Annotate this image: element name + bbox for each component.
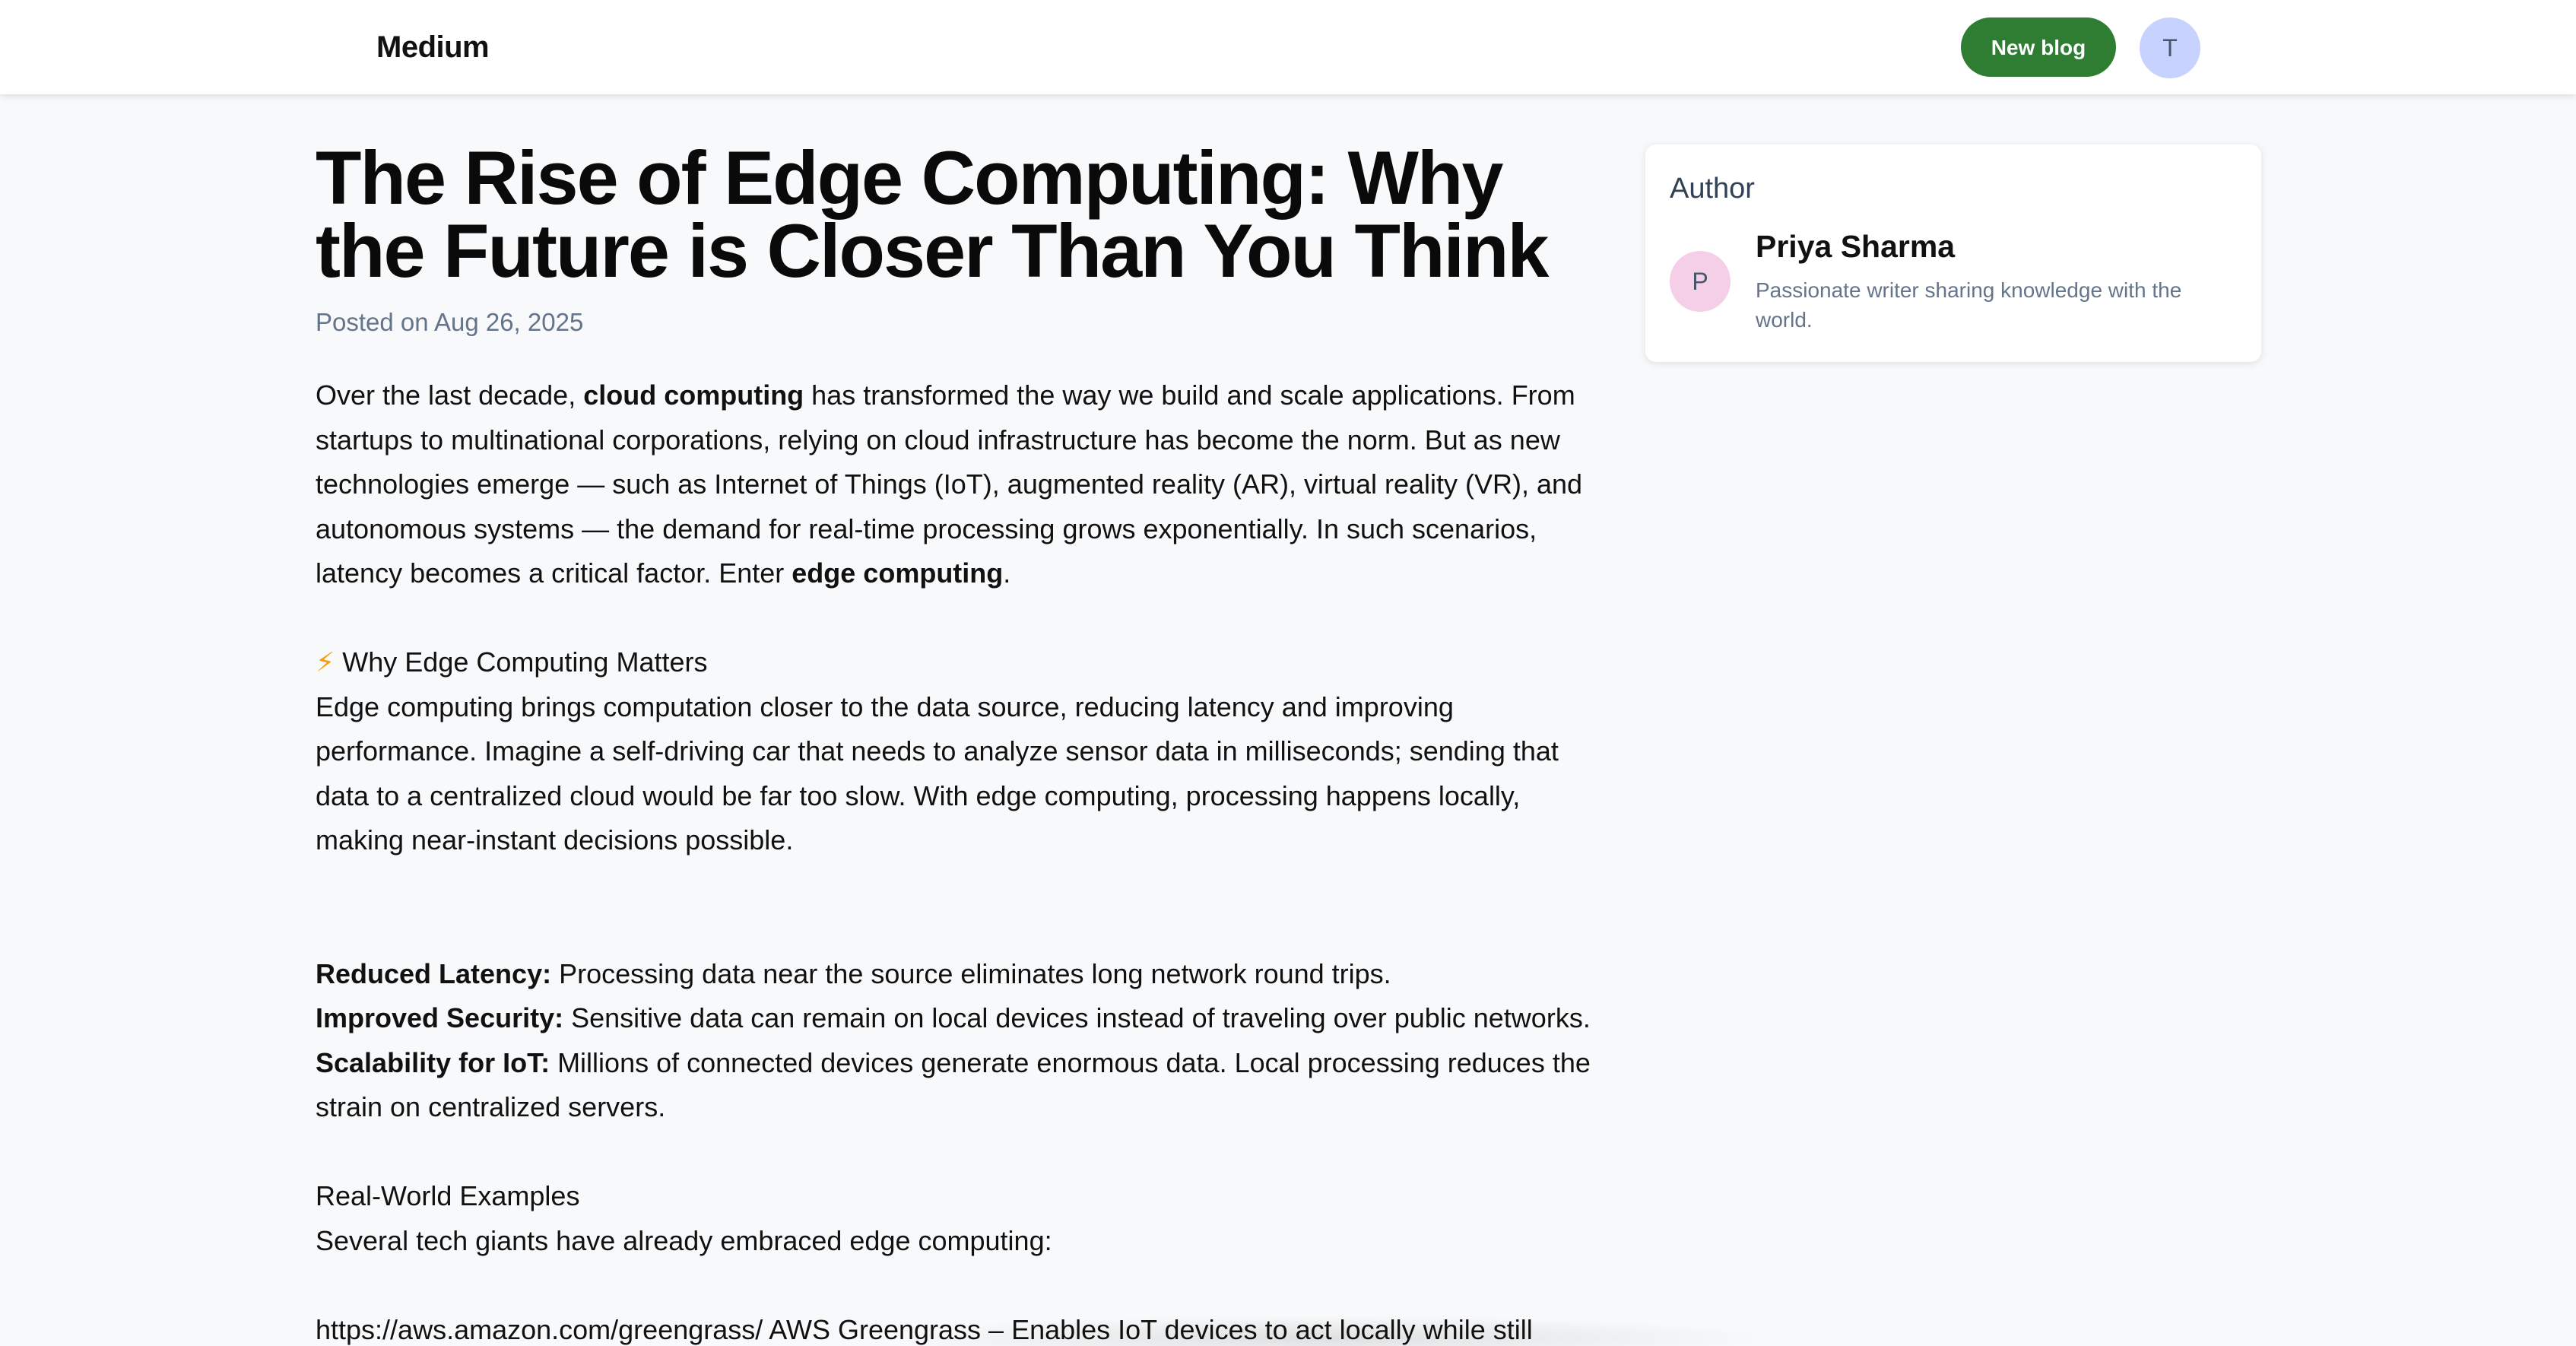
bold-term: cloud computing — [583, 379, 804, 411]
benefit-text: Sensitive data can remain on local devic… — [563, 1002, 1591, 1033]
article-title: The Rise of Edge Computing: Why the Futu… — [316, 135, 1608, 293]
author-name: Priya Sharma — [1756, 229, 1956, 264]
bold-term: edge computing — [792, 557, 1004, 589]
article-body: Over the last decade, cloud computing ha… — [316, 373, 1608, 1346]
user-avatar[interactable]: T — [2140, 17, 2200, 78]
author-card-heading: Author — [1670, 173, 1755, 205]
intro-text: has transformed the way we build and sca… — [804, 379, 1575, 411]
intro-line-5: latency becomes a critical factor. Enter… — [316, 551, 1608, 596]
intro-line-4: autonomous systems — the demand for real… — [316, 513, 1537, 544]
new-blog-button[interactable]: New blog — [1961, 17, 2116, 77]
examples-heading: Real-World Examples — [316, 1180, 580, 1211]
why-line-4: making near-instant decisions possible. — [316, 824, 794, 856]
intro-text: . — [1003, 557, 1011, 589]
benefit-text: Millions of connected devices generate e… — [550, 1046, 1591, 1078]
benefit-label: Improved Security: — [316, 1002, 564, 1033]
benefit-item: Scalability for IoT: Millions of connect… — [316, 1041, 1608, 1086]
intro-line-1: Over the last decade, cloud computing ha… — [316, 373, 1608, 418]
top-navbar: Medium New blog T — [0, 0, 2576, 94]
article: The Rise of Edge Computing: Why the Futu… — [316, 135, 1608, 1346]
intro-line-3: technologies emerge — such as Internet o… — [316, 468, 1583, 500]
why-line-2: performance. Imagine a self-driving car … — [316, 735, 1559, 767]
example-link-line[interactable]: https://aws.amazon.com/greengrass/ AWS G… — [316, 1308, 1608, 1346]
why-line-1: Edge computing brings computation closer… — [316, 690, 1454, 722]
intro-text: latency becomes a critical factor. Enter — [316, 557, 792, 589]
why-heading-text: Why Edge Computing Matters — [335, 646, 708, 678]
site-logo[interactable]: Medium — [376, 26, 490, 68]
benefit-label: Scalability for IoT: — [316, 1046, 550, 1078]
posted-date: Posted on Aug 26, 2025 — [316, 308, 584, 336]
benefit-text: Processing data near the source eliminat… — [551, 957, 1391, 989]
why-line-3: data to a centralized cloud would be far… — [316, 779, 1521, 811]
article-title-line-2: the Future is Closer Than You Think — [316, 208, 1550, 293]
examples-intro: Several tech giants have already embrace… — [316, 1224, 1052, 1256]
article-title-line-1: The Rise of Edge Computing: Why — [316, 135, 1503, 220]
author-bio: Passionate writer sharing knowledge with… — [1756, 278, 2182, 332]
author-avatar: P — [1670, 251, 1731, 312]
page: Medium New blog T The Rise of Edge Compu… — [0, 0, 2576, 1346]
benefit-label: Reduced Latency: — [316, 957, 552, 989]
author-card: Author P Priya Sharma Passionate writer … — [1645, 144, 2261, 362]
why-heading: ⚡ Why Edge Computing Matters — [316, 640, 1608, 685]
benefit-item: Improved Security: Sensitive data can re… — [316, 996, 1608, 1041]
benefit-item-continued: strain on centralized servers. — [316, 1091, 666, 1122]
intro-line-2: startups to multinational corporations, … — [316, 424, 1560, 456]
lightning-icon: ⚡ — [316, 646, 335, 678]
benefit-item: Reduced Latency: Processing data near th… — [316, 952, 1608, 997]
intro-text: Over the last decade, — [316, 379, 584, 411]
